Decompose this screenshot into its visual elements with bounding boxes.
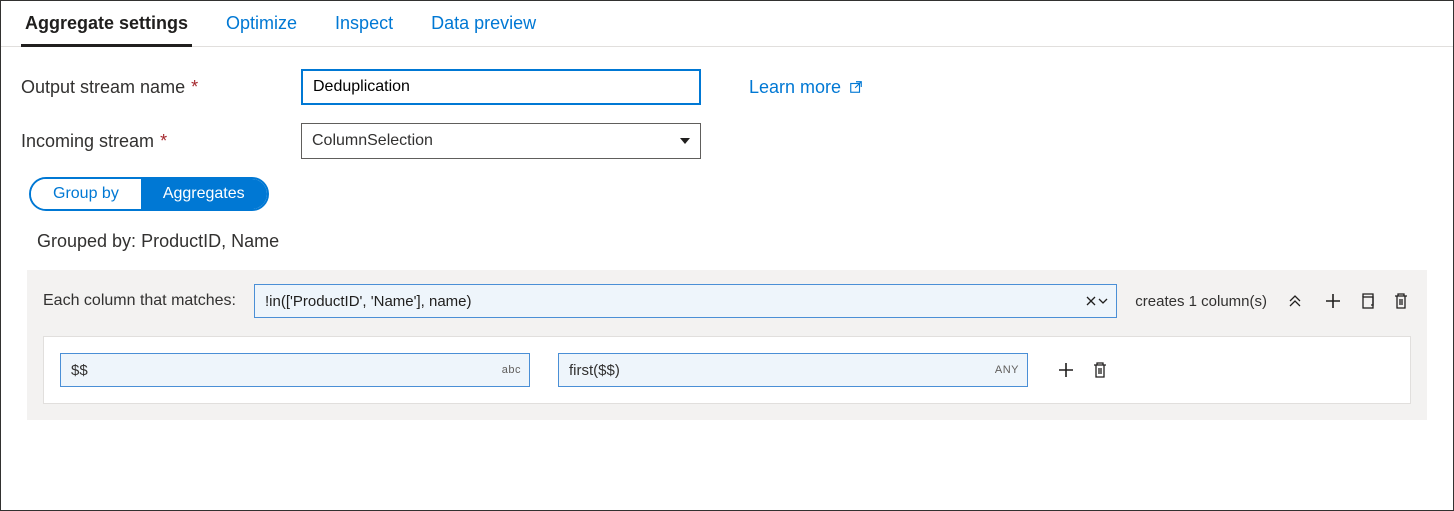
tab-inspect[interactable]: Inspect — [331, 13, 397, 46]
type-tag-any: ANY — [995, 364, 1019, 376]
aggregate-panel: Each column that matches: !in(['ProductI… — [27, 270, 1427, 420]
chevron-down-icon — [680, 138, 690, 144]
toggle-aggregates[interactable]: Aggregates — [141, 179, 267, 209]
row-action-icons — [1056, 360, 1110, 380]
match-label: Each column that matches: — [43, 292, 236, 310]
column-expression-input[interactable]: first($$) ANY — [558, 353, 1028, 387]
add-icon[interactable] — [1056, 360, 1076, 380]
clear-dropdown-icon[interactable] — [1086, 296, 1108, 306]
incoming-stream-label: Incoming stream* — [21, 131, 301, 152]
delete-icon[interactable] — [1090, 360, 1110, 380]
column-mapping-row: $$ abc first($$) ANY — [43, 336, 1411, 404]
type-tag-abc: abc — [502, 364, 521, 376]
grouped-by-text: Grouped by: ProductID, Name — [37, 231, 1433, 252]
learn-more-link[interactable]: Learn more — [749, 77, 863, 98]
match-expression-input[interactable]: !in(['ProductID', 'Name'], name) — [254, 284, 1117, 318]
tab-aggregate-settings[interactable]: Aggregate settings — [21, 13, 192, 47]
delete-icon[interactable] — [1391, 291, 1411, 311]
panel-action-icons — [1323, 291, 1411, 311]
toggle-group-by[interactable]: Group by — [31, 179, 141, 209]
copy-icon[interactable] — [1357, 291, 1377, 311]
settings-area: Output stream name* Learn more Incoming … — [1, 47, 1453, 430]
column-name-input[interactable]: $$ abc — [60, 353, 530, 387]
incoming-stream-row: Incoming stream* ColumnSelection — [21, 123, 1433, 159]
output-stream-label: Output stream name* — [21, 77, 301, 98]
creates-columns-text: creates 1 column(s) — [1135, 293, 1267, 310]
output-stream-input[interactable] — [301, 69, 701, 105]
required-asterisk: * — [191, 77, 198, 97]
collapse-icon[interactable] — [1285, 291, 1305, 311]
groupby-aggregates-toggle: Group by Aggregates — [29, 177, 269, 211]
tab-bar: Aggregate settings Optimize Inspect Data… — [1, 1, 1453, 47]
match-row: Each column that matches: !in(['ProductI… — [43, 284, 1411, 318]
add-icon[interactable] — [1323, 291, 1343, 311]
required-asterisk: * — [160, 131, 167, 151]
tab-data-preview[interactable]: Data preview — [427, 13, 540, 46]
incoming-stream-select[interactable]: ColumnSelection — [301, 123, 701, 159]
tab-optimize[interactable]: Optimize — [222, 13, 301, 46]
output-stream-row: Output stream name* Learn more — [21, 69, 1433, 105]
external-link-icon — [849, 80, 863, 94]
